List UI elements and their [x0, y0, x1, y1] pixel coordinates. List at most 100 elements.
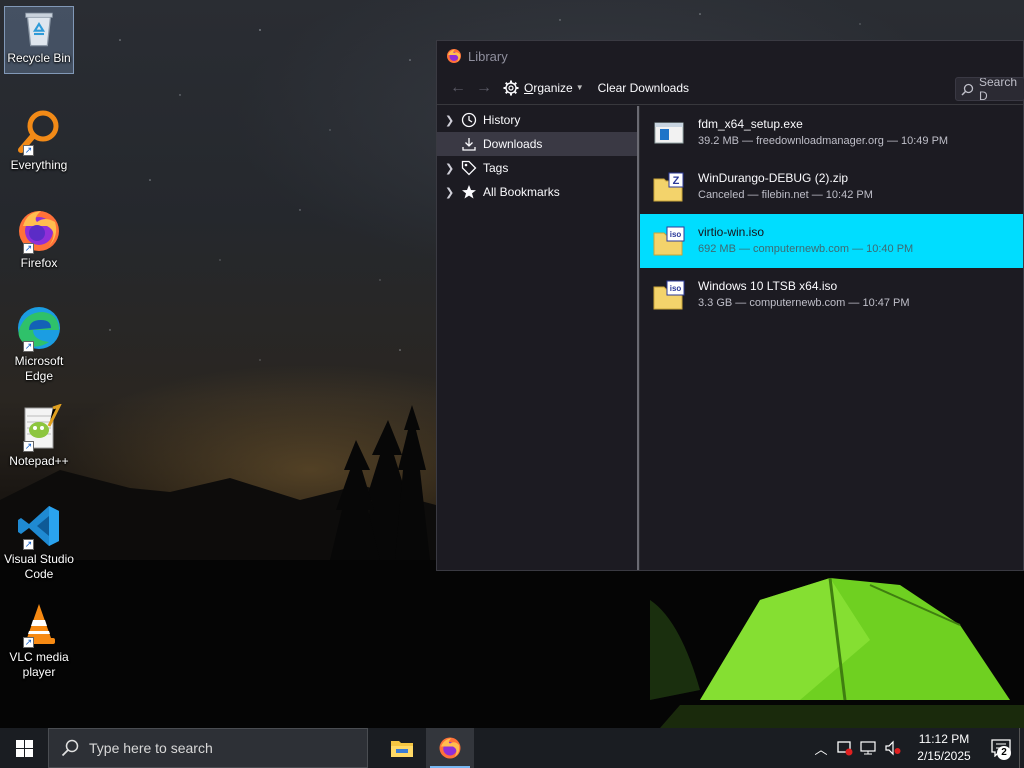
edge-icon: ↗: [15, 304, 63, 352]
iso-file-icon: iso: [652, 225, 686, 257]
start-button[interactable]: [0, 728, 48, 768]
desktop-icon-label: VLC media player: [9, 650, 69, 679]
download-filename: WinDurango-DEBUG (2).zip: [698, 171, 849, 185]
tree-item-label: Tags: [483, 161, 509, 175]
desktop-icon-recycle-bin[interactable]: Recycle Bin: [4, 6, 74, 74]
clock-icon: [461, 112, 479, 128]
download-filename: fdm_x64_setup.exe: [698, 117, 803, 131]
organize-label: Organize: [524, 81, 573, 95]
taskbar-firefox[interactable]: [426, 728, 474, 768]
clock-time: 11:12 PM: [918, 732, 970, 746]
tree-item-label: Downloads: [483, 137, 543, 151]
back-arrow-icon[interactable]: ←: [445, 79, 471, 97]
library-window: Library ← → Organize ▼ Clear Downloads S…: [436, 40, 1024, 571]
search-icon: [961, 83, 974, 96]
library-toolbar: ← → Organize ▼ Clear Downloads: [437, 71, 1023, 105]
show-desktop-button[interactable]: [1019, 728, 1024, 768]
window-titlebar[interactable]: Library: [437, 41, 1023, 71]
chevron-right-icon[interactable]: ❯: [445, 114, 461, 127]
shortcut-arrow-icon: ↗: [23, 539, 34, 550]
taskbar: Type here to search ︿ 11:12 PM 2/15/2025: [0, 728, 1024, 768]
firefox-icon: ↗: [15, 206, 63, 254]
windows-logo-icon: [15, 739, 33, 757]
library-body: ❯ History Downloads ❯ Tags ❯ All Bookmar…: [437, 106, 1023, 570]
desktop-icon-firefox[interactable]: ↗ Firefox: [4, 206, 74, 271]
window-title: Library: [468, 48, 508, 64]
download-filename: Windows 10 LTSB x64.iso: [698, 279, 838, 293]
tree-item-downloads[interactable]: Downloads: [437, 132, 637, 156]
system-tray: ︿ 11:12 PM 2/15/2025 2: [809, 728, 1024, 768]
firefox-icon: [439, 737, 461, 759]
firefox-icon: [447, 49, 461, 63]
downloads-list: fdm_x64_setup.exe 39.2 MB — freedownload…: [639, 106, 1023, 570]
shortcut-arrow-icon: ↗: [23, 341, 34, 352]
download-filename: virtio-win.iso: [698, 225, 765, 239]
download-item[interactable]: Z WinDurango-DEBUG (2).zip Canceled — fi…: [640, 160, 1023, 214]
download-meta: 3.3 GB — computernewb.com — 10:47 PM: [698, 297, 910, 309]
tree-item-all-bookmarks[interactable]: ❯ All Bookmarks: [437, 180, 637, 204]
organize-button[interactable]: Organize ▼: [503, 80, 584, 96]
chevron-right-icon[interactable]: ❯: [445, 186, 461, 199]
shortcut-arrow-icon: ↗: [23, 441, 34, 452]
download-item-selected[interactable]: iso virtio-win.iso 692 MB — computernewb…: [640, 214, 1023, 268]
desktop-icon-label: Notepad++: [9, 454, 69, 468]
shortcut-arrow-icon: ↗: [23, 145, 34, 156]
notepadpp-icon: ↗: [15, 403, 63, 452]
desktop-icon-vscode[interactable]: ↗ Visual Studio Code: [4, 502, 74, 582]
download-item[interactable]: iso Windows 10 LTSB x64.iso 3.3 GB — com…: [640, 268, 1023, 322]
tree-item-label: History: [483, 113, 521, 127]
volume-muted-icon[interactable]: [881, 728, 905, 768]
security-alert-icon[interactable]: [833, 728, 857, 768]
action-center-button[interactable]: 2: [983, 728, 1019, 768]
taskbar-file-explorer[interactable]: [378, 728, 426, 768]
exe-file-icon: [652, 117, 686, 149]
system-clock[interactable]: 11:12 PM 2/15/2025: [905, 731, 983, 765]
notification-badge: 2: [997, 746, 1011, 760]
library-sidebar-tree: ❯ History Downloads ❯ Tags ❯ All Bookmar…: [437, 106, 637, 570]
svg-text:iso: iso: [670, 284, 682, 293]
download-meta: 692 MB — computernewb.com — 10:40 PM: [698, 243, 914, 255]
desktop-icon-label: Firefox: [20, 256, 58, 270]
gear-icon: [503, 80, 519, 95]
tree-item-label: All Bookmarks: [483, 185, 560, 199]
desktop-icon-vlc[interactable]: ↗ VLC media player: [4, 600, 74, 680]
search-placeholder: Search D: [979, 77, 1018, 101]
download-item[interactable]: fdm_x64_setup.exe 39.2 MB — freedownload…: [640, 106, 1023, 160]
download-meta: Canceled — filebin.net — 10:42 PM: [698, 189, 873, 201]
clear-downloads-button[interactable]: Clear Downloads: [598, 81, 689, 95]
shortcut-arrow-icon: ↗: [23, 637, 34, 648]
desktop-icon-label: Microsoft Edge: [14, 354, 64, 383]
desktop-icon-label: Visual Studio Code: [4, 552, 74, 581]
star-icon: [461, 184, 479, 200]
taskbar-search-placeholder: Type here to search: [89, 740, 213, 756]
chevron-down-icon: ▼: [575, 83, 584, 92]
desktop-icon-everything[interactable]: ↗ Everything: [4, 108, 74, 173]
chevron-right-icon[interactable]: ❯: [445, 162, 461, 175]
desktop-icon-notepadpp[interactable]: ↗ Notepad++: [4, 403, 74, 469]
vscode-icon: ↗: [15, 502, 63, 550]
search-icon: [61, 739, 79, 757]
organize-label-rest: rganize: [533, 80, 573, 95]
download-meta: 39.2 MB — freedownloadmanager.org — 10:4…: [698, 135, 949, 147]
desktop-icon-label: Recycle Bin: [7, 51, 71, 65]
folder-icon: [391, 741, 413, 757]
tree-item-tags[interactable]: ❯ Tags: [437, 156, 637, 180]
vlc-icon: ↗: [15, 600, 63, 648]
library-search-input[interactable]: Search D: [955, 77, 1024, 101]
forward-arrow-icon[interactable]: →: [471, 79, 497, 97]
svg-text:iso: iso: [670, 230, 682, 239]
download-icon: [461, 136, 479, 152]
taskbar-search-box[interactable]: Type here to search: [48, 728, 368, 768]
shortcut-arrow-icon: ↗: [23, 243, 34, 254]
desktop-icon-edge[interactable]: ↗ Microsoft Edge: [4, 304, 74, 384]
iso-file-icon: iso: [652, 279, 686, 311]
clock-date: 2/15/2025: [917, 749, 971, 763]
organize-accel: O: [524, 80, 534, 95]
tag-icon: [461, 160, 479, 176]
recycle-bin-icon: [19, 9, 59, 49]
tree-item-history[interactable]: ❯ History: [437, 108, 637, 132]
everything-search-icon: ↗: [15, 108, 63, 156]
chevron-up-icon[interactable]: ︿: [809, 728, 833, 768]
network-icon[interactable]: [857, 728, 881, 768]
desktop-icon-label: Everything: [10, 158, 68, 172]
